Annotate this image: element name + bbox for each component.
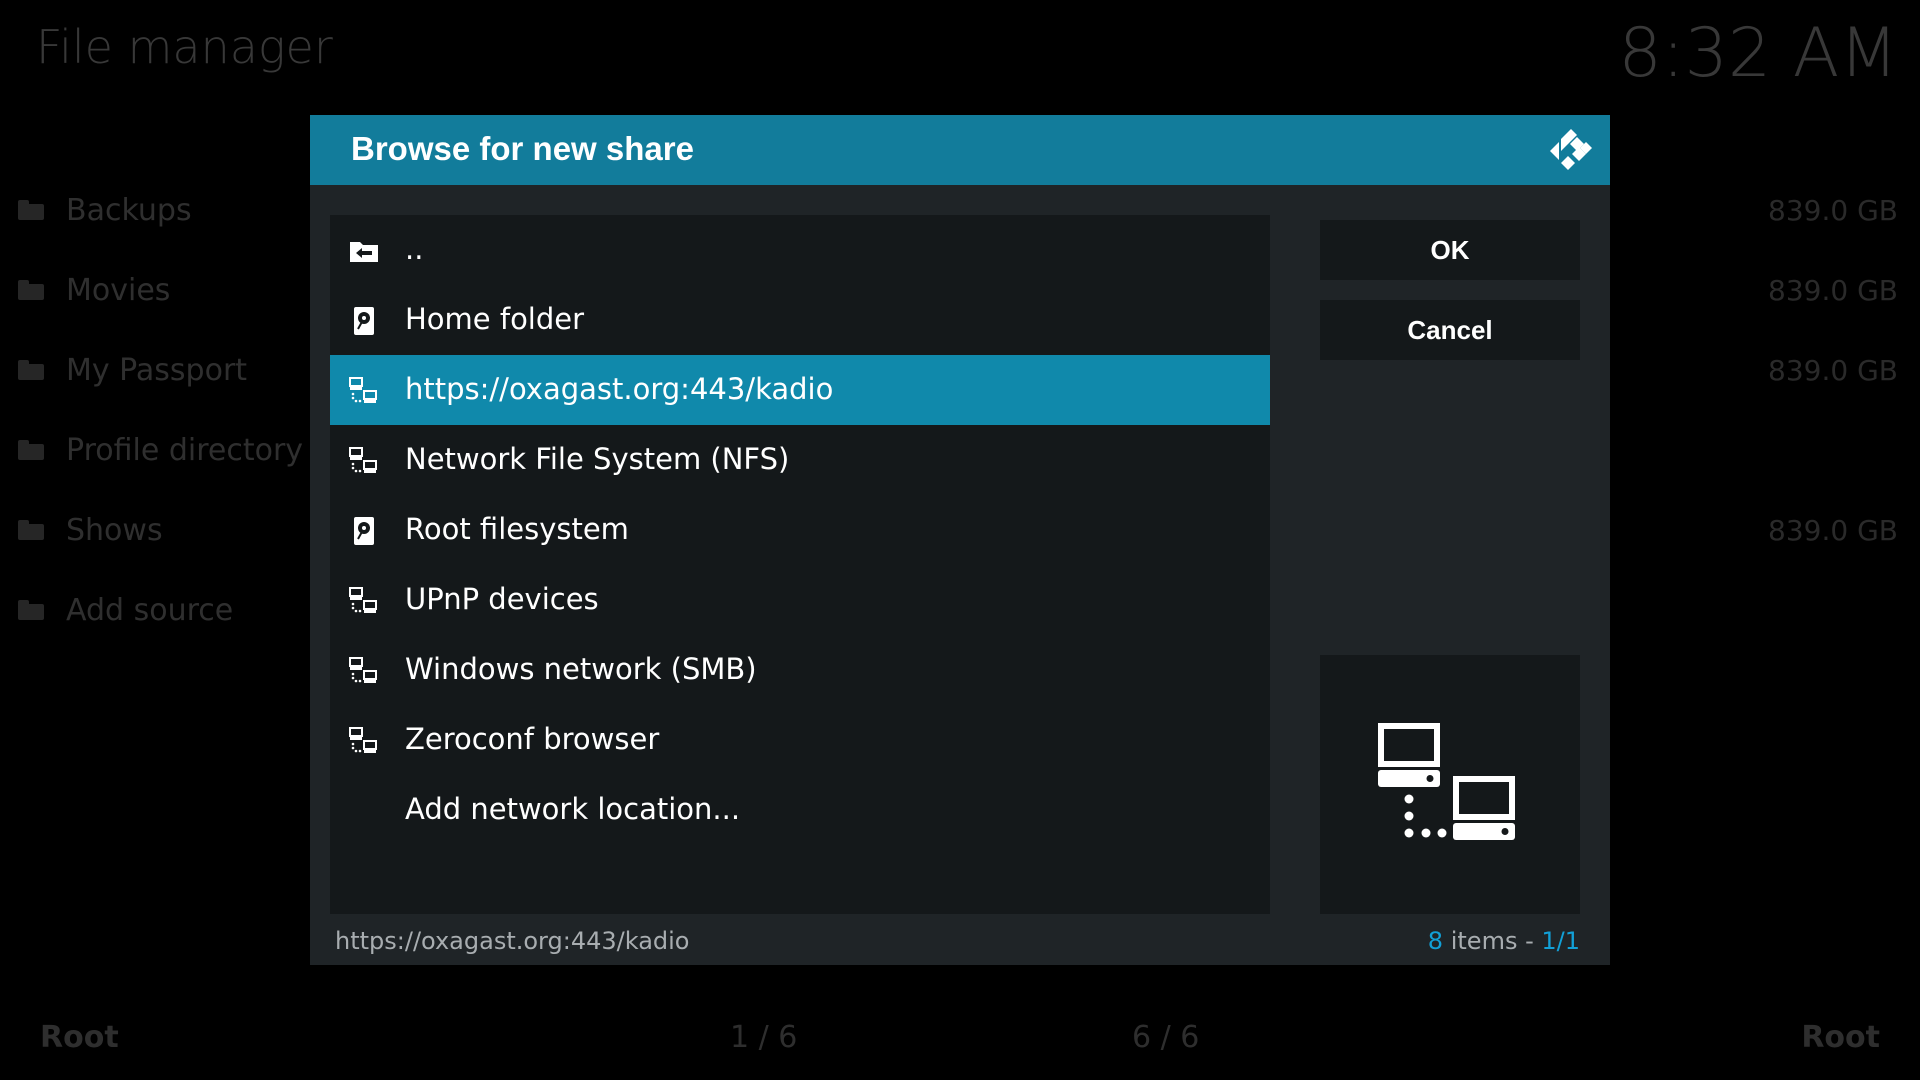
item-count-number: 8 (1427, 927, 1444, 955)
folder-icon (18, 600, 44, 620)
network-icon (349, 377, 377, 403)
dialog-title: Browse for new share (351, 130, 694, 167)
footer-right-count: 6 / 6 (1132, 1020, 1200, 1055)
source-size: 839.0 GB (1768, 353, 1898, 387)
list-item-home-folder[interactable]: Home folder (330, 285, 1270, 355)
footer-right-label: Root (1801, 1020, 1880, 1055)
page-indicator: 1/1 (1541, 927, 1580, 955)
ok-button[interactable]: OK (1320, 220, 1580, 280)
list-item-label: Network File System (NFS) (405, 442, 790, 476)
network-icon (349, 727, 377, 753)
list-item-label: Zeroconf browser (405, 722, 660, 756)
list-item-label: Windows network (SMB) (405, 652, 757, 686)
list-item-label: https://oxagast.org:443/kadio (405, 372, 834, 406)
source-label: Shows (66, 512, 163, 548)
list-item-label: .. (405, 232, 424, 266)
item-count: 8 items - 1/1 (1428, 927, 1580, 955)
list-item-parent[interactable]: .. (330, 215, 1270, 285)
folder-icon (18, 280, 44, 300)
source-size: 839.0 GB (1768, 273, 1898, 307)
network-icon (349, 657, 377, 683)
kodi-logo-icon (1550, 129, 1592, 170)
preview-panel (1320, 655, 1580, 914)
page-title: File manager (36, 20, 333, 74)
list-item-upnp[interactable]: UPnP devices (330, 565, 1270, 635)
item-count-label: items - (1450, 927, 1534, 955)
hard-drive-icon (354, 307, 374, 335)
source-label: Backups (66, 192, 192, 228)
list-item-label: Home folder (405, 302, 585, 336)
folder-back-icon (350, 242, 378, 262)
list-item-label: Add network location... (405, 792, 741, 826)
source-size: 839.0 GB (1768, 193, 1898, 227)
folder-icon (18, 360, 44, 380)
hard-drive-icon (354, 517, 374, 545)
list-item-label: Root filesystem (405, 512, 629, 546)
list-item-kadio-share[interactable]: https://oxagast.org:443/kadio (330, 355, 1270, 425)
folder-icon (18, 200, 44, 220)
dialog-header: Browse for new share (310, 115, 1610, 185)
clock: 8:32 AM (1618, 14, 1898, 93)
network-icon (349, 447, 377, 473)
folder-icon (18, 440, 44, 460)
source-label: My Passport (66, 352, 248, 388)
source-label: Add source (66, 592, 234, 628)
list-item-add-network-location[interactable]: Add network location... (330, 775, 1270, 845)
list-item-zeroconf[interactable]: Zeroconf browser (330, 705, 1270, 775)
footer-left-label: Root (40, 1020, 119, 1055)
share-list: .. Home folder https://oxagast.org:443/k (330, 215, 1270, 914)
footer-left-count: 1 / 6 (730, 1020, 798, 1055)
folder-icon (18, 520, 44, 540)
list-item-label: UPnP devices (405, 582, 599, 616)
network-icon (349, 587, 377, 613)
list-item-smb[interactable]: Windows network (SMB) (330, 635, 1270, 705)
source-size: 839.0 GB (1768, 513, 1898, 547)
source-label: Movies (66, 272, 171, 308)
list-item-root-filesystem[interactable]: Root filesystem (330, 495, 1270, 565)
browse-share-dialog: Browse for new share .. Home folder http… (310, 115, 1610, 965)
network-computers-icon (1378, 723, 1515, 840)
source-label: Profile directory (66, 432, 304, 468)
list-item-nfs[interactable]: Network File System (NFS) (330, 425, 1270, 495)
current-path: https://oxagast.org:443/kadio (335, 927, 690, 955)
cancel-button[interactable]: Cancel (1320, 300, 1580, 360)
